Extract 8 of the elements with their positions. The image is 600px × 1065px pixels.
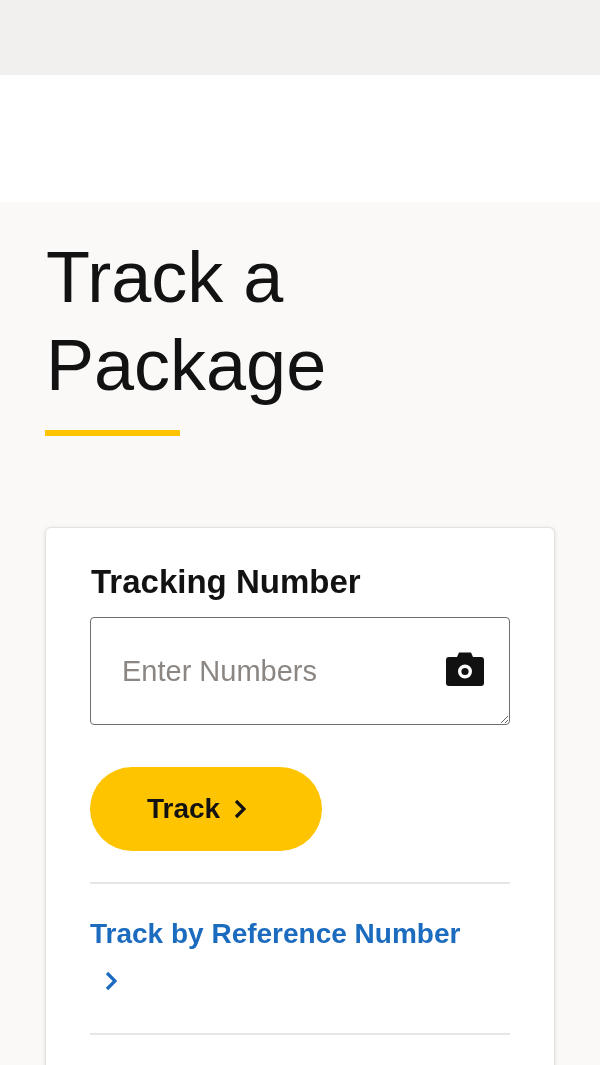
camera-icon[interactable] bbox=[446, 652, 484, 686]
track-button[interactable]: Track bbox=[90, 767, 322, 851]
page-title: Track a Package bbox=[46, 236, 328, 407]
chevron-right-icon bbox=[234, 799, 247, 819]
tracking-number-field[interactable]: Enter Numbers bbox=[90, 617, 510, 725]
reference-number-link[interactable]: Track by Reference Number bbox=[90, 914, 461, 991]
chevron-right-icon bbox=[105, 971, 117, 991]
field-label: Tracking Number bbox=[91, 562, 361, 602]
